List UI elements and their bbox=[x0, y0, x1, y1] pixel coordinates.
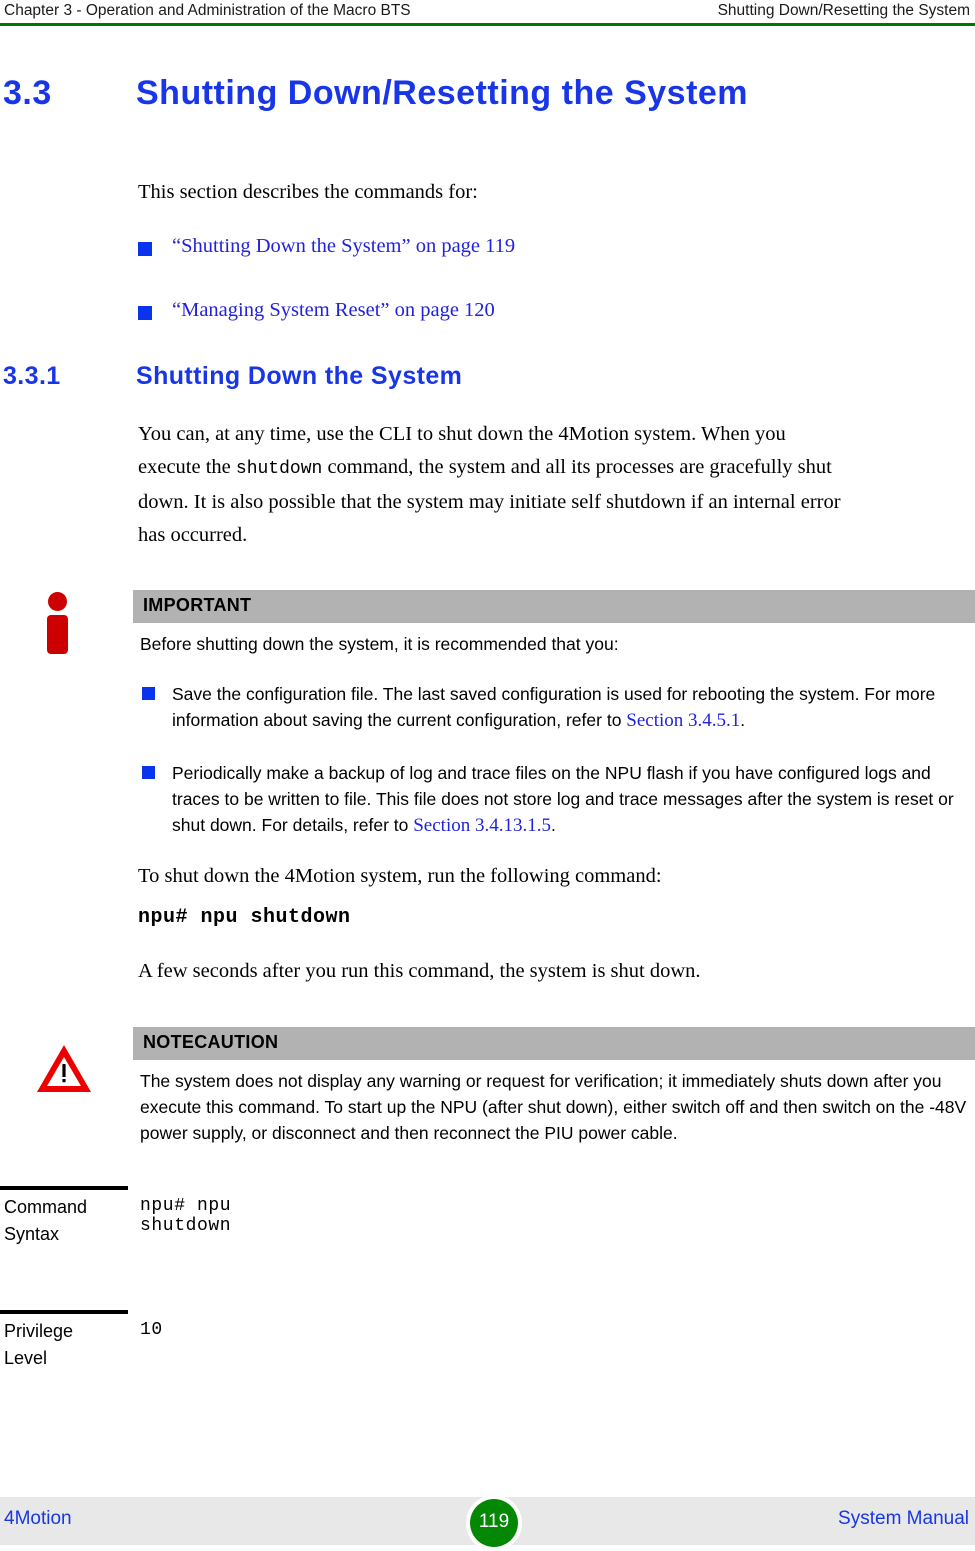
notecaution-text: The system does not display any warning … bbox=[140, 1071, 967, 1143]
xref-label[interactable]: “Managing System Reset” on page 120 bbox=[172, 299, 495, 322]
square-bullet-icon bbox=[142, 766, 155, 779]
section-link-3-4-13-1-5[interactable]: Section 3.4.13.1.5 bbox=[413, 815, 551, 836]
bullet-text: Periodically make a backup of log and tr… bbox=[172, 763, 954, 835]
page-number-badge: 119 bbox=[466, 1495, 522, 1551]
square-bullet-icon bbox=[138, 242, 152, 256]
section-title: Shutting Down/Resetting the System bbox=[136, 74, 749, 112]
page-number: 119 bbox=[478, 1511, 510, 1532]
run-command-lead: To shut down the 4Motion system, run the… bbox=[138, 865, 662, 887]
table-label-line-1: Privilege bbox=[4, 1321, 74, 1341]
table-label-line-2: Syntax bbox=[4, 1224, 60, 1244]
subsection-number: 3.3.1 bbox=[3, 362, 61, 390]
footer-product-name: 4Motion bbox=[4, 1508, 72, 1529]
section-number: 3.3 bbox=[3, 74, 52, 112]
bullet-text: Save the configuration file. The last sa… bbox=[172, 684, 936, 730]
table-row-value-privilege-level: 10 bbox=[140, 1320, 163, 1340]
xref-label[interactable]: “Shutting Down the System” on page 119 bbox=[172, 235, 515, 258]
important-title-bar: IMPORTANT bbox=[133, 590, 975, 623]
inline-code-shutdown: shutdown bbox=[235, 459, 323, 479]
bullet-tail: . bbox=[550, 815, 556, 835]
info-icon-stem bbox=[47, 615, 68, 654]
important-lead-text: Before shutting down the system, it is r… bbox=[140, 634, 619, 654]
header-section-title: Shutting Down/Resetting the System bbox=[717, 2, 970, 19]
header-green-rule bbox=[0, 23, 975, 26]
command-line-shutdown: npu# npu shutdown bbox=[138, 906, 351, 929]
red-warning-triangle-icon bbox=[36, 1044, 92, 1094]
subsection-title: Shutting Down the System bbox=[136, 362, 463, 390]
info-icon-dot bbox=[48, 592, 67, 611]
table-row-rule bbox=[0, 1310, 128, 1314]
important-bullet-1-text: Save the configuration file. The last sa… bbox=[172, 681, 972, 734]
bullet-tail: . bbox=[740, 710, 746, 730]
notecaution-title-bar: NOTECAUTION bbox=[133, 1027, 975, 1060]
footer-manual-name: System Manual bbox=[838, 1508, 969, 1529]
header-chapter-title: Chapter 3 - Operation and Administration… bbox=[4, 2, 411, 19]
table-label-line-2: Level bbox=[4, 1348, 48, 1368]
subsection-paragraph: You can, at any time, use the CLI to shu… bbox=[138, 418, 843, 552]
important-title: IMPORTANT bbox=[143, 595, 252, 615]
table-row-label-command-syntax: Command Syntax bbox=[4, 1194, 129, 1248]
table-row-value-command-syntax: npu# npu shutdown bbox=[140, 1196, 232, 1236]
notecaution-title: NOTECAUTION bbox=[143, 1032, 279, 1052]
table-row-rule bbox=[0, 1186, 128, 1190]
important-bullet-2-text: Periodically make a backup of log and tr… bbox=[172, 760, 975, 839]
square-bullet-icon bbox=[138, 306, 152, 320]
square-bullet-icon bbox=[142, 687, 155, 700]
red-info-icon bbox=[41, 592, 75, 654]
table-label-line-1: Command bbox=[4, 1197, 88, 1217]
table-row-label-privilege-level: Privilege Level bbox=[4, 1318, 129, 1372]
section-link-3-4-5-1[interactable]: Section 3.4.5.1 bbox=[626, 710, 740, 731]
intro-paragraph: This section describes the commands for: bbox=[138, 181, 478, 203]
run-command-after-text: A few seconds after you run this command… bbox=[138, 960, 701, 982]
